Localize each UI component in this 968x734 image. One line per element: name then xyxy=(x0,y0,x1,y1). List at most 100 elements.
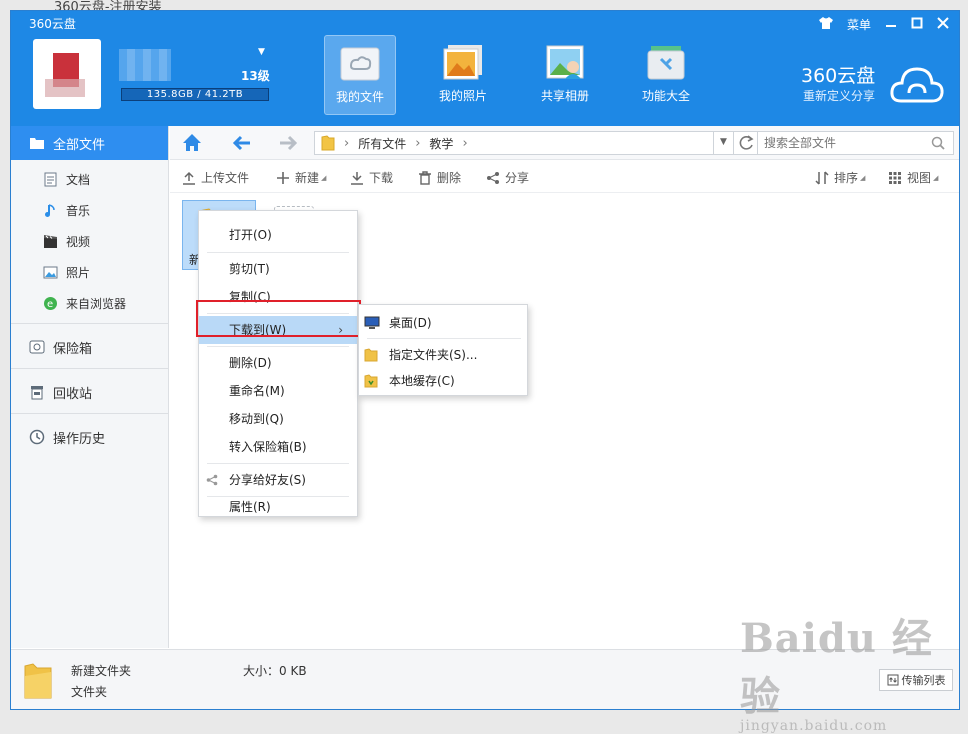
path-separator-icon: › xyxy=(462,135,468,151)
sidebar-item-label: 文档 xyxy=(66,173,91,187)
download-icon xyxy=(351,171,363,185)
new-label: 新建 xyxy=(295,171,320,185)
nav-all-features[interactable]: 功能大全 xyxy=(630,35,702,115)
folder-icon xyxy=(24,663,52,699)
breadcrumb-item[interactable]: 所有文件 xyxy=(358,135,406,152)
sidebar-item-history[interactable]: 操作历史 xyxy=(11,420,168,454)
path-dropdown-icon[interactable]: ▼ xyxy=(714,131,734,155)
brand-slogan: 重新定义分享 xyxy=(803,89,876,103)
sidebar-item-label: 视频 xyxy=(66,235,91,249)
back-arrow-icon[interactable] xyxy=(230,131,254,155)
sidebar-item-documents[interactable]: 文档 xyxy=(11,164,168,195)
submenu-item-choose-folder[interactable]: 指定文件夹(S)... xyxy=(359,341,527,369)
trash-icon xyxy=(31,386,43,400)
music-icon xyxy=(45,204,55,217)
nav-shared-album[interactable]: 共享相册 xyxy=(529,35,601,115)
view-button[interactable]: 视图 ◢ xyxy=(888,169,938,186)
sidebar-divider xyxy=(11,323,168,324)
sort-button[interactable]: 排序 ◢ xyxy=(815,169,865,186)
upload-icon xyxy=(183,171,195,185)
nav-label: 我的文件 xyxy=(335,90,384,104)
path-breadcrumb[interactable]: › 所有文件 › 教学 › xyxy=(314,131,714,155)
home-icon[interactable] xyxy=(180,131,204,155)
download-button[interactable]: 下载 xyxy=(350,169,393,186)
share-icon xyxy=(206,474,218,486)
sidebar-divider xyxy=(11,413,168,414)
chevron-down-icon: ◢ xyxy=(321,173,327,182)
sidebar-item-label: 音乐 xyxy=(66,204,91,218)
avatar[interactable] xyxy=(33,39,101,109)
sidebar-item-label: 回收站 xyxy=(53,386,93,402)
sidebar-item-label: 来自浏览器 xyxy=(66,297,127,311)
submenu-item-desktop[interactable]: 桌面(D) xyxy=(359,309,527,337)
folder-icon xyxy=(364,348,378,362)
sidebar-item-label: 全部文件 xyxy=(53,137,106,153)
menu-item-label: 下载到(W) xyxy=(229,323,287,337)
storage-quota-bar: 135.8GB / 41.2TB xyxy=(121,88,269,101)
maximize-icon[interactable] xyxy=(911,17,923,32)
chevron-down-icon: ◢ xyxy=(860,173,866,182)
brand-name: 360云盘 xyxy=(801,65,876,87)
sidebar-item-label: 操作历史 xyxy=(53,431,106,447)
menu-item-move-to[interactable]: 移动到(Q) xyxy=(199,405,357,433)
navigation-bar: › 所有文件 › 教学 › ▼ xyxy=(170,126,959,160)
folder-icon xyxy=(321,135,335,151)
menu-item-copy[interactable]: 复制(C) xyxy=(199,283,357,311)
nav-my-files[interactable]: 我的文件 xyxy=(324,35,396,115)
menu-item-rename[interactable]: 重命名(M) xyxy=(199,377,357,405)
sidebar-item-video[interactable]: 视频 xyxy=(11,226,168,257)
close-icon[interactable] xyxy=(937,17,949,32)
user-dropdown-icon[interactable]: ▼ xyxy=(258,47,265,57)
menu-item-open[interactable]: 打开(O) xyxy=(199,221,357,249)
app-title: 360云盘 xyxy=(29,17,76,31)
menu-item-cut[interactable]: 剪切(T) xyxy=(199,255,357,283)
skin-icon[interactable] xyxy=(818,17,833,32)
new-button[interactable]: 新建 ◢ xyxy=(276,169,326,186)
photo-icon xyxy=(43,266,58,279)
menu-divider xyxy=(207,496,349,497)
submenu-item-local-cache[interactable]: 本地缓存(C) xyxy=(359,367,527,395)
video-icon xyxy=(44,235,57,248)
search-icon[interactable] xyxy=(931,136,945,150)
sidebar-item-all-files[interactable]: 全部文件 xyxy=(11,126,168,160)
username-blurred[interactable] xyxy=(119,49,171,81)
sidebar-item-music[interactable]: 音乐 xyxy=(11,195,168,226)
submenu-item-label: 桌面(D) xyxy=(389,316,432,330)
share-button[interactable]: 分享 xyxy=(486,169,529,186)
search-input[interactable] xyxy=(758,132,918,154)
sidebar-item-recycle-bin[interactable]: 回收站 xyxy=(11,375,168,409)
menu-divider xyxy=(207,346,349,347)
sidebar-item-browser[interactable]: e 来自浏览器 xyxy=(11,288,168,319)
download-to-submenu: 桌面(D) 指定文件夹(S)... 本地缓存(C) xyxy=(358,304,528,396)
document-icon xyxy=(44,172,57,187)
folder-icon xyxy=(30,138,44,149)
window-controls: 菜单 xyxy=(818,17,949,32)
search-box xyxy=(757,131,954,155)
breadcrumb-item[interactable]: 教学 xyxy=(429,135,453,152)
menu-item-delete[interactable]: 删除(D) xyxy=(199,349,357,377)
menu-item-download-to[interactable]: 下载到(W) › xyxy=(199,316,357,344)
avatar-image-blur xyxy=(45,79,85,97)
toolbar: 上传文件 新建 ◢ 下载 删除 分享 排序 ◢ 视图 ◢ xyxy=(170,161,959,193)
upload-button[interactable]: 上传文件 xyxy=(182,169,249,186)
menu-divider xyxy=(367,338,521,339)
watermark-logo: Baidu 经验 xyxy=(740,615,933,720)
view-label: 视图 xyxy=(907,171,932,185)
menu-button[interactable]: 菜单 xyxy=(847,18,871,32)
sidebar-item-photos[interactable]: 照片 xyxy=(11,257,168,288)
nav-my-photos[interactable]: 我的照片 xyxy=(427,35,499,115)
safe-icon xyxy=(29,340,45,354)
menu-item-share-friend[interactable]: 分享给好友(S) xyxy=(199,466,357,494)
chevron-down-icon: ◢ xyxy=(933,173,939,182)
forward-arrow-icon[interactable] xyxy=(276,131,300,155)
menu-item-move-to-safe[interactable]: 转入保险箱(B) xyxy=(199,433,357,461)
toolbox-icon xyxy=(643,43,689,83)
sidebar-item-safe[interactable]: 保险箱 xyxy=(11,330,168,364)
delete-button[interactable]: 删除 xyxy=(418,169,461,186)
plus-icon xyxy=(277,171,289,184)
menu-item-properties[interactable]: 属性(R) xyxy=(199,498,357,516)
grid-view-icon xyxy=(889,171,901,184)
minimize-icon[interactable] xyxy=(885,17,897,32)
header: 360云盘 菜单 ▼ 13级 135.8GB / 41.2TB 我的文件 我的照… xyxy=(11,11,959,126)
cloud-logo-icon xyxy=(889,63,945,108)
